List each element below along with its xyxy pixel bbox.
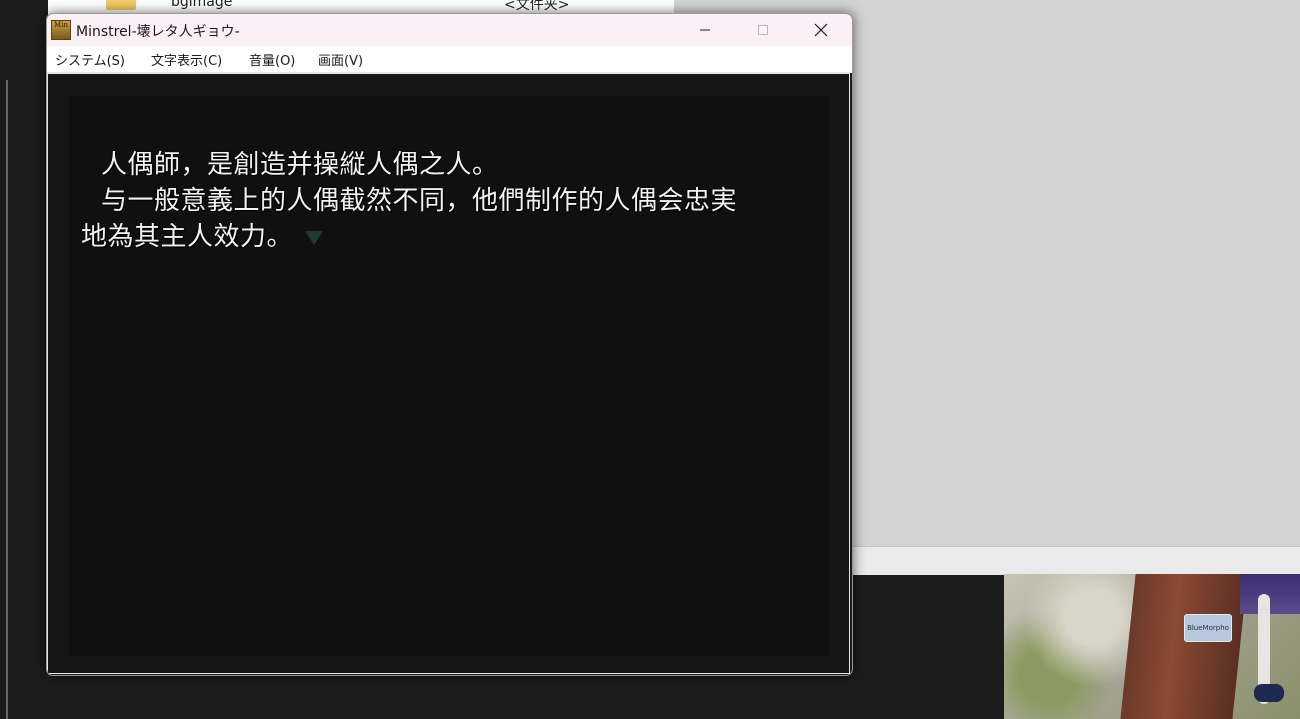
explorer-row-name[interactable]: bgimage — [171, 0, 232, 10]
menu-bar: システム(S) 文字表示(C) 音量(O) 画面(V) — [47, 46, 852, 73]
dialogue-line-1: 人偶師，是創造并操縦人偶之人。 — [101, 150, 499, 180]
down-triangle-icon — [305, 231, 324, 245]
photo-sticker: BlueMorpho — [1184, 614, 1232, 642]
background-photo: BlueMorpho — [1004, 574, 1300, 719]
photo-suitcase — [1120, 574, 1248, 719]
minimize-button[interactable] — [676, 14, 734, 46]
window-title: Minstrel-壊レタ人ギョウ- — [76, 24, 240, 40]
folder-icon — [106, 0, 136, 10]
menu-text-display[interactable]: 文字表示(C) — [151, 50, 222, 69]
left-edge-scrollbar[interactable] — [6, 80, 8, 719]
dialogue-line-3: 地為其主人效力。 — [81, 222, 294, 252]
photo-dress — [1240, 574, 1300, 614]
game-window: Min Minstrel-壊レタ人ギョウ- システム(S) 文字表示(C) 音量… — [46, 13, 853, 676]
dialogue-line-2: 与一般意義上的人偶截然不同，他們制作的人偶会忠実 — [101, 186, 738, 216]
menu-system[interactable]: システム(S) — [55, 50, 125, 69]
close-button[interactable] — [792, 14, 850, 46]
menu-volume[interactable]: 音量(O) — [249, 50, 295, 69]
photo-shoe — [1254, 684, 1284, 702]
dialogue-box[interactable]: 人偶師，是創造并操縦人偶之人。 与一般意義上的人偶截然不同，他們制作的人偶会忠実… — [69, 96, 829, 656]
dialogue-line-3-container: 地為其主人效力。 — [81, 216, 324, 253]
window-titlebar[interactable]: Min Minstrel-壊レタ人ギョウ- — [47, 14, 852, 46]
maximize-icon — [758, 25, 768, 35]
game-client-area[interactable]: 人偶師，是創造并操縦人偶之人。 与一般意義上的人偶截然不同，他們制作的人偶会忠実… — [47, 73, 850, 674]
menu-screen[interactable]: 画面(V) — [318, 50, 363, 69]
maximize-button[interactable] — [734, 14, 792, 46]
close-icon — [814, 23, 828, 37]
desktop: bgimage <文件夹> BlueMorpho Min Minstrel-壊レ… — [0, 0, 1300, 719]
app-icon[interactable]: Min — [51, 20, 71, 40]
minimize-icon — [700, 29, 710, 31]
explorer-row-type: <文件夹> — [504, 0, 570, 13]
